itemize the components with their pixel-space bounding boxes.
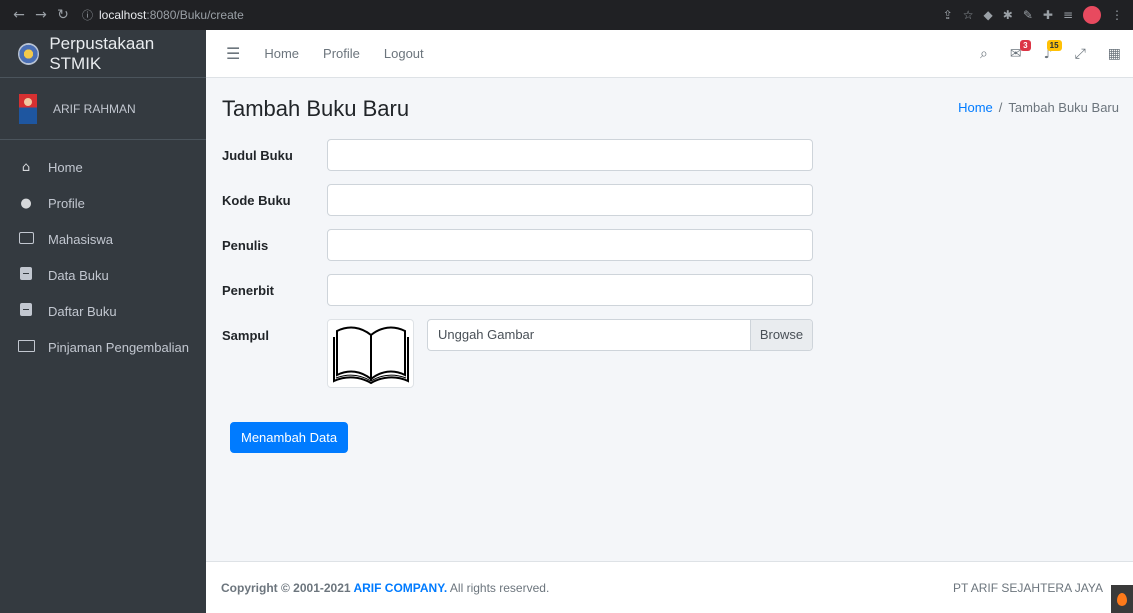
bookmark-star-icon[interactable]: ☆ bbox=[963, 8, 974, 22]
sidebar-item-label: Daftar Buku bbox=[48, 304, 117, 319]
sampul-row: Sampul Unggah Gambar Browse bbox=[222, 319, 813, 388]
sidebar-item-label: Mahasiswa bbox=[48, 232, 114, 247]
pen-icon[interactable]: ✎ bbox=[1023, 8, 1033, 22]
breadcrumb-home-link[interactable]: Home bbox=[958, 100, 993, 115]
kode-row: Kode Buku bbox=[222, 184, 813, 216]
profile-avatar-icon[interactable] bbox=[1083, 6, 1101, 24]
footer: Copyright © 2001-2021 ARIF COMPANY. All … bbox=[206, 561, 1133, 613]
nav-link-home[interactable]: Home bbox=[264, 46, 299, 61]
kode-label: Kode Buku bbox=[222, 192, 291, 208]
sidebar-item-mahasiswa[interactable]: Mahasiswa bbox=[0, 222, 206, 257]
book-icon bbox=[18, 267, 34, 284]
sidebar-menu: ⌂ Home ● Profile Mahasiswa Data Buku Daf… bbox=[0, 140, 206, 365]
share-icon[interactable]: ⇪ bbox=[943, 8, 953, 22]
sidebar-item-pinjaman-pengembalian[interactable]: Pinjaman Pengembalian bbox=[0, 330, 206, 365]
user-panel[interactable]: ARIF RAHMAN bbox=[0, 78, 206, 140]
penerbit-row: Penerbit bbox=[222, 274, 813, 306]
extension-icon[interactable]: ◆ bbox=[984, 8, 993, 22]
browse-button[interactable]: Browse bbox=[750, 320, 812, 350]
browser-toolbar: ← → ↻ ⓘ localhost :8080/Buku/create ⇪ ☆ … bbox=[0, 0, 1133, 30]
sidebar-item-daftar-buku[interactable]: Daftar Buku bbox=[0, 294, 206, 329]
chalkboard-teacher-icon bbox=[18, 339, 35, 356]
id-card-icon bbox=[18, 231, 34, 248]
fire-icon[interactable] bbox=[1111, 585, 1133, 613]
copyright-prefix: Copyright © 2001-2021 bbox=[221, 580, 354, 595]
messages-icon[interactable]: ✉ 3 bbox=[1010, 40, 1031, 62]
back-icon[interactable]: ← bbox=[8, 7, 30, 23]
browser-menu-icon[interactable]: ⋮ bbox=[1111, 8, 1123, 22]
sidebar-item-home[interactable]: ⌂ Home bbox=[0, 150, 206, 185]
file-upload-label[interactable]: Unggah Gambar bbox=[428, 320, 750, 350]
copyright-suffix: All rights reserved. bbox=[447, 580, 550, 595]
nav-link-profile[interactable]: Profile bbox=[323, 46, 360, 61]
user-avatar bbox=[19, 93, 37, 124]
judul-row: Judul Buku bbox=[222, 139, 813, 171]
settings-gear-icon[interactable]: ✱ bbox=[1003, 8, 1013, 22]
open-book-icon bbox=[332, 326, 409, 384]
sidebar-item-label: Home bbox=[48, 160, 83, 175]
file-upload-field[interactable]: Unggah Gambar Browse bbox=[427, 319, 813, 351]
page-title: Tambah Buku Baru bbox=[222, 96, 410, 121]
top-navbar: ☰ Home Profile Logout ⌕ ✉ 3 ♪ 15 ⤢ ▦ bbox=[206, 30, 1133, 78]
sidebar-item-data-buku[interactable]: Data Buku bbox=[0, 258, 206, 293]
nav-link-logout[interactable]: Logout bbox=[384, 46, 424, 61]
fullscreen-icon[interactable]: ⤢ bbox=[1075, 46, 1086, 62]
brand-logo-icon bbox=[18, 42, 40, 65]
penerbit-label: Penerbit bbox=[222, 282, 275, 298]
penerbit-input[interactable] bbox=[327, 274, 813, 306]
messages-badge: 3 bbox=[1020, 40, 1031, 51]
book-icon bbox=[18, 303, 34, 320]
menu-toggle-icon[interactable]: ☰ bbox=[226, 44, 240, 63]
user-icon: ● bbox=[20, 196, 32, 211]
notifications-bell-icon[interactable]: ♪ 15 bbox=[1044, 40, 1062, 62]
breadcrumb-separator: / bbox=[998, 100, 1003, 115]
home-icon: ⌂ bbox=[21, 160, 31, 175]
sidebar-item-label: Pinjaman Pengembalian bbox=[48, 340, 189, 355]
breadcrumb-current: Tambah Buku Baru bbox=[1008, 100, 1119, 115]
reload-icon[interactable]: ↻ bbox=[52, 7, 74, 23]
search-icon[interactable]: ⌕ bbox=[980, 46, 988, 62]
forward-icon[interactable]: → bbox=[30, 7, 52, 23]
notifications-badge: 15 bbox=[1046, 40, 1062, 51]
breadcrumb: Home / Tambah Buku Baru bbox=[958, 100, 1119, 115]
navbar-right: ⌕ ✉ 3 ♪ 15 ⤢ ▦ bbox=[980, 30, 1121, 78]
sidebar-item-profile[interactable]: ● Profile bbox=[0, 186, 206, 221]
url-host: localhost bbox=[99, 8, 147, 22]
cover-preview-image bbox=[327, 319, 414, 388]
penulis-input[interactable] bbox=[327, 229, 813, 261]
url-path: :8080/Buku/create bbox=[146, 8, 244, 22]
footer-copyright: Copyright © 2001-2021 ARIF COMPANY. All … bbox=[221, 581, 549, 595]
grid-apps-icon[interactable]: ▦ bbox=[1108, 46, 1121, 62]
site-info-icon[interactable]: ⓘ bbox=[82, 7, 93, 23]
browser-extensions: ⇪ ☆ ◆ ✱ ✎ ✚ ≡ ⋮ bbox=[943, 0, 1123, 30]
footer-company-name: PT ARIF SEJAHTERA JAYA bbox=[952, 580, 1103, 595]
sidebar-item-label: Profile bbox=[48, 196, 85, 211]
reading-list-icon[interactable]: ≡ bbox=[1063, 8, 1073, 22]
user-name: ARIF RAHMAN bbox=[53, 101, 136, 116]
judul-label: Judul Buku bbox=[222, 147, 293, 163]
kode-input[interactable] bbox=[327, 184, 813, 216]
address-bar[interactable]: ⓘ localhost :8080/Buku/create bbox=[82, 4, 502, 26]
main-content: Tambah Buku Baru Home / Tambah Buku Baru J… bbox=[206, 78, 1133, 560]
brand-name: Perpustakaan STMIK bbox=[49, 33, 155, 73]
sidebar: Perpustakaan STMIK ARIF RAHMAN ⌂ Home ● … bbox=[0, 30, 206, 613]
puzzle-icon[interactable]: ✚ bbox=[1043, 8, 1053, 22]
sidebar-item-label: Data Buku bbox=[48, 268, 109, 283]
judul-input[interactable] bbox=[327, 139, 813, 171]
penulis-label: Penulis bbox=[222, 237, 269, 253]
submit-button[interactable]: Menambah Data bbox=[230, 422, 349, 453]
sampul-label: Sampul bbox=[222, 328, 269, 343]
company-link[interactable]: ARIF COMPANY. bbox=[353, 581, 447, 595]
brand-link[interactable]: Perpustakaan STMIK bbox=[0, 30, 206, 78]
penulis-row: Penulis bbox=[222, 229, 813, 261]
